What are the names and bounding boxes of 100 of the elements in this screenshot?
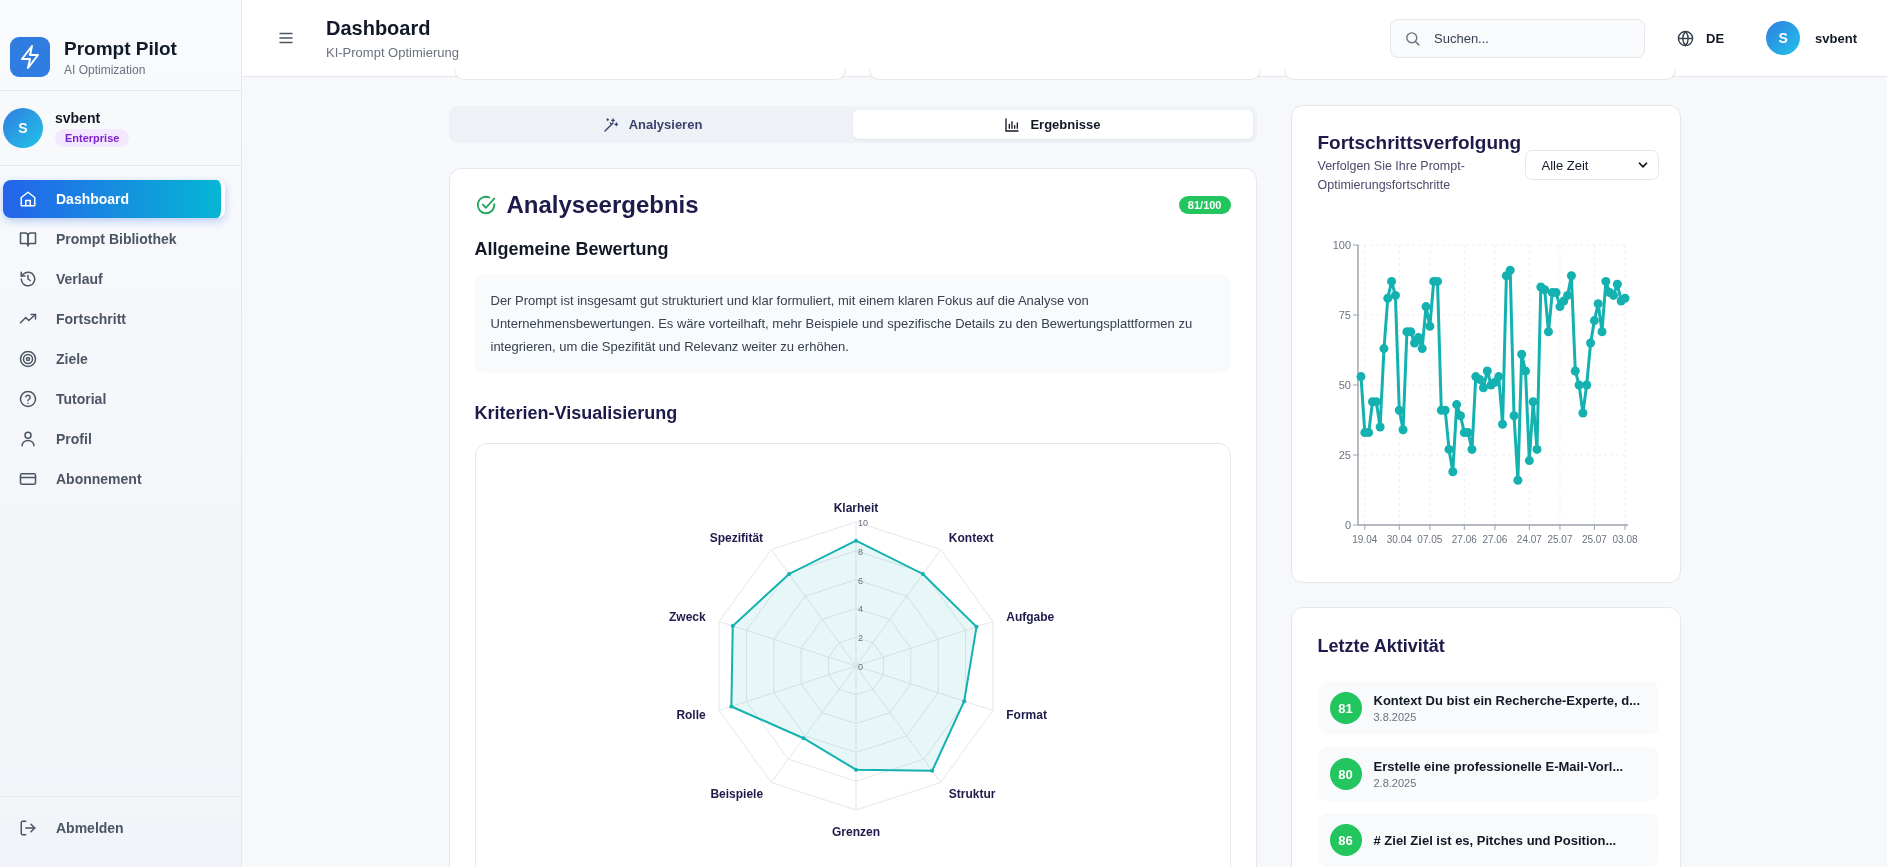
data-point — [1574, 380, 1584, 390]
data-point — [1524, 456, 1534, 466]
data-point — [961, 699, 966, 704]
axis-label: Struktur — [948, 786, 996, 801]
nav-item[interactable]: Dashboard — [3, 180, 225, 218]
data-point — [1463, 428, 1473, 438]
activity-item[interactable]: 80 Erstelle eine professionelle E-Mail-Vorl... 2.8.2025 — [1317, 747, 1659, 801]
tick-label: 03.08 — [1612, 534, 1637, 545]
data-point — [1593, 299, 1603, 309]
home-icon — [19, 190, 37, 208]
data-point — [786, 571, 791, 576]
tick-label: 25.07 — [1581, 534, 1607, 545]
data-point — [1493, 372, 1503, 382]
data-point — [920, 571, 925, 576]
nav-item[interactable]: Ziele — [3, 340, 225, 378]
tick-label: 8 — [857, 546, 863, 557]
nav-item[interactable]: Abonnement — [3, 460, 225, 498]
axis-label: Klarheit — [833, 501, 878, 515]
data-point — [1600, 276, 1610, 286]
section-heading: Kriterien-Visualisierung — [474, 403, 679, 424]
data-point — [853, 538, 858, 543]
progress-subtitle: Verfolgen Sie Ihre Prompt-Optimierungsfortschritte — [1317, 158, 1466, 194]
card-icon — [19, 470, 37, 488]
nav-item[interactable]: Fortschritt — [3, 300, 225, 338]
tick-label: 50 — [1338, 379, 1351, 391]
section-heading: Allgemeine Bewertung — [474, 239, 670, 260]
nav-item[interactable]: Verlauf — [3, 260, 225, 298]
tick-label: 24.07 — [1516, 534, 1542, 545]
activity-item[interactable]: 81 Kontext Du bist ein Recherche-Experte, d... 3.8.2025 — [1317, 681, 1659, 735]
bar-chart-icon — [1004, 116, 1021, 133]
data-point — [1386, 276, 1396, 286]
axis-label: Spezifität — [709, 531, 763, 546]
data-point — [1620, 293, 1629, 303]
lightning-logo-icon — [10, 37, 50, 77]
user-name: svbent — [55, 109, 101, 126]
logout-icon — [19, 819, 37, 837]
language-button[interactable]: DE — [1673, 25, 1729, 51]
data-point — [1417, 344, 1427, 354]
target-icon — [19, 350, 37, 368]
data-point — [1447, 467, 1457, 477]
nav-item[interactable]: Prompt Bibliothek — [3, 220, 225, 258]
data-point — [1378, 344, 1388, 354]
page-title: Dashboard — [326, 16, 432, 40]
user-icon — [19, 430, 37, 448]
data-point — [1589, 316, 1599, 326]
activity-date: 3.8.2025 — [1373, 711, 1418, 723]
tick-label: 27.06 — [1451, 534, 1477, 545]
book-icon — [19, 230, 37, 248]
magic-wand-icon — [602, 116, 619, 133]
history-icon — [19, 270, 37, 288]
data-point — [1371, 397, 1381, 407]
user-avatar: S — [3, 108, 43, 148]
data-point — [1512, 475, 1522, 485]
tick-label: 4 — [857, 604, 863, 615]
data-point — [1394, 405, 1404, 415]
axis-label: Rolle — [675, 707, 706, 722]
axis-label: Beispiele — [709, 786, 763, 801]
tick-label: 25.07 — [1546, 534, 1572, 545]
activity-name: Erstelle eine professionelle E-Mail-Vorl... — [1373, 759, 1624, 774]
tab[interactable]: Analysieren — [452, 110, 853, 139]
data-point — [1474, 374, 1484, 384]
summary-text: Der Prompt ist insgesamt gut strukturiert und klar formuliert, mit einem klaren Fokus auf die Analyse von Unternehmensbewertungen. Es wäre vorteilhaft, mehr Beispiele und spezifische Details zu den Bewertungsplattformen zu integrieren, um die Spezifität und Relevanz weiter zu erhöhen. — [474, 274, 1231, 373]
data-point — [1405, 327, 1415, 337]
score-badge: 81/100 — [1178, 196, 1231, 214]
data-point — [1363, 428, 1373, 438]
check-circle-icon — [474, 194, 497, 216]
data-point — [1390, 290, 1400, 300]
tick-label: 2 — [857, 633, 863, 644]
tick-label: 30.04 — [1386, 534, 1412, 545]
app-subtitle: AI Optimization — [64, 62, 147, 77]
data-point — [1432, 276, 1442, 286]
data-point — [1612, 279, 1622, 289]
page-subtitle: KI-Prompt Optimierung — [326, 44, 459, 60]
data-point — [1539, 285, 1549, 295]
nav-item[interactable]: Tutorial — [3, 380, 225, 418]
activity-name: Kontext Du bist ein Recherche-Experte, d... — [1373, 693, 1641, 708]
logout-button[interactable]: Abmelden — [3, 809, 225, 847]
search-field[interactable]: Suchen... — [1390, 18, 1646, 58]
data-point — [1375, 422, 1385, 432]
tick-label: 0 — [1344, 519, 1351, 531]
data-point — [730, 623, 735, 628]
user-avatar: S — [1766, 21, 1801, 55]
data-point — [1532, 444, 1541, 454]
data-point — [1562, 290, 1572, 300]
activity-item[interactable]: 86 # Ziel Ziel ist es, Pitches und Position... — [1317, 813, 1659, 867]
nav-item[interactable]: Profil — [3, 420, 225, 458]
data-point — [1440, 405, 1450, 415]
time-range-dropdown[interactable]: Alle Zeit — [1524, 150, 1659, 180]
tab[interactable]: Ergebnisse — [852, 110, 1253, 139]
user-menu-button[interactable]: S svbent — [1766, 21, 1857, 55]
data-point — [801, 736, 805, 741]
tick-label: 27.06 — [1481, 534, 1507, 545]
data-point — [1551, 288, 1561, 298]
activity-date: 2.8.2025 — [1373, 777, 1418, 789]
activity-name: # Ziel Ziel ist es, Pitches und Position... — [1373, 832, 1617, 848]
axis-label: Grenzen — [831, 825, 880, 839]
data-point — [1421, 302, 1431, 312]
data-point — [853, 767, 858, 772]
tick-label: 100 — [1332, 239, 1351, 251]
data-point — [1577, 408, 1587, 418]
